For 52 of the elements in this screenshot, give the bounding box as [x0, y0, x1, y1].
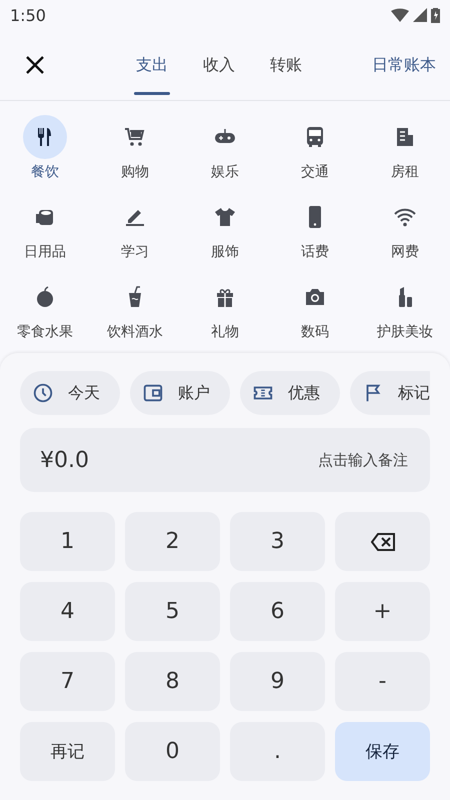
option-chip[interactable]: 优惠: [240, 371, 340, 415]
category-item[interactable]: 房租: [360, 115, 450, 189]
wallet-icon: [142, 382, 164, 404]
backspace-icon: [370, 532, 394, 550]
type-tab[interactable]: 转账: [268, 30, 304, 100]
category-item[interactable]: 购物: [90, 115, 180, 189]
key-button[interactable]: 再记: [20, 722, 115, 781]
type-tab[interactable]: 收入: [201, 30, 237, 100]
key-button[interactable]: 1: [20, 512, 115, 571]
wifi-icon: [391, 8, 409, 22]
key-button[interactable]: .: [230, 722, 325, 781]
category-item[interactable]: 零食水果: [0, 275, 90, 349]
category-icon: [123, 125, 147, 149]
category-item[interactable]: 数码: [270, 275, 360, 349]
key-button[interactable]: +: [335, 582, 430, 641]
category-item[interactable]: 话费: [270, 195, 360, 269]
close-icon: [25, 55, 45, 75]
save-button[interactable]: 保存: [335, 722, 430, 781]
ledger-link[interactable]: 日常账本: [372, 54, 436, 76]
amount-value: ¥0.0: [40, 448, 89, 472]
type-tab[interactable]: 支出: [134, 30, 170, 100]
option-chip[interactable]: 标记: [350, 371, 430, 415]
signal-icon: [413, 8, 427, 22]
key-button[interactable]: 2: [125, 512, 220, 571]
note-input[interactable]: 点击输入备注: [256, 450, 410, 470]
category-item[interactable]: 日用品: [0, 195, 90, 269]
clock-icon: [32, 382, 54, 404]
key-button[interactable]: 5: [125, 582, 220, 641]
key-button[interactable]: 0: [125, 722, 220, 781]
key-button[interactable]: 3: [230, 512, 325, 571]
category-item[interactable]: 交通: [270, 115, 360, 189]
option-chip[interactable]: 账户: [130, 371, 230, 415]
key-button[interactable]: 8: [125, 652, 220, 711]
category-item[interactable]: 饮料酒水: [90, 275, 180, 349]
category-icon: [213, 205, 237, 229]
category-item[interactable]: 网费: [360, 195, 450, 269]
category-item[interactable]: 娱乐: [180, 115, 270, 189]
key-button[interactable]: -: [335, 652, 430, 711]
category-item[interactable]: 服饰: [180, 195, 270, 269]
backspace-button[interactable]: [335, 512, 430, 571]
option-chip[interactable]: 今天: [20, 371, 120, 415]
key-button[interactable]: 4: [20, 582, 115, 641]
key-button[interactable]: 7: [20, 652, 115, 711]
clock-time: 1:50: [10, 6, 46, 24]
battery-icon: [431, 7, 440, 23]
category-item[interactable]: 护肤美妆: [360, 275, 450, 349]
amount-field[interactable]: ¥0.0 点击输入备注: [20, 428, 430, 492]
category-item[interactable]: 学习: [90, 195, 180, 269]
key-button[interactable]: 6: [230, 582, 325, 641]
category-item[interactable]: 礼物: [180, 275, 270, 349]
key-button[interactable]: 9: [230, 652, 325, 711]
category-item[interactable]: 餐饮: [0, 115, 90, 189]
